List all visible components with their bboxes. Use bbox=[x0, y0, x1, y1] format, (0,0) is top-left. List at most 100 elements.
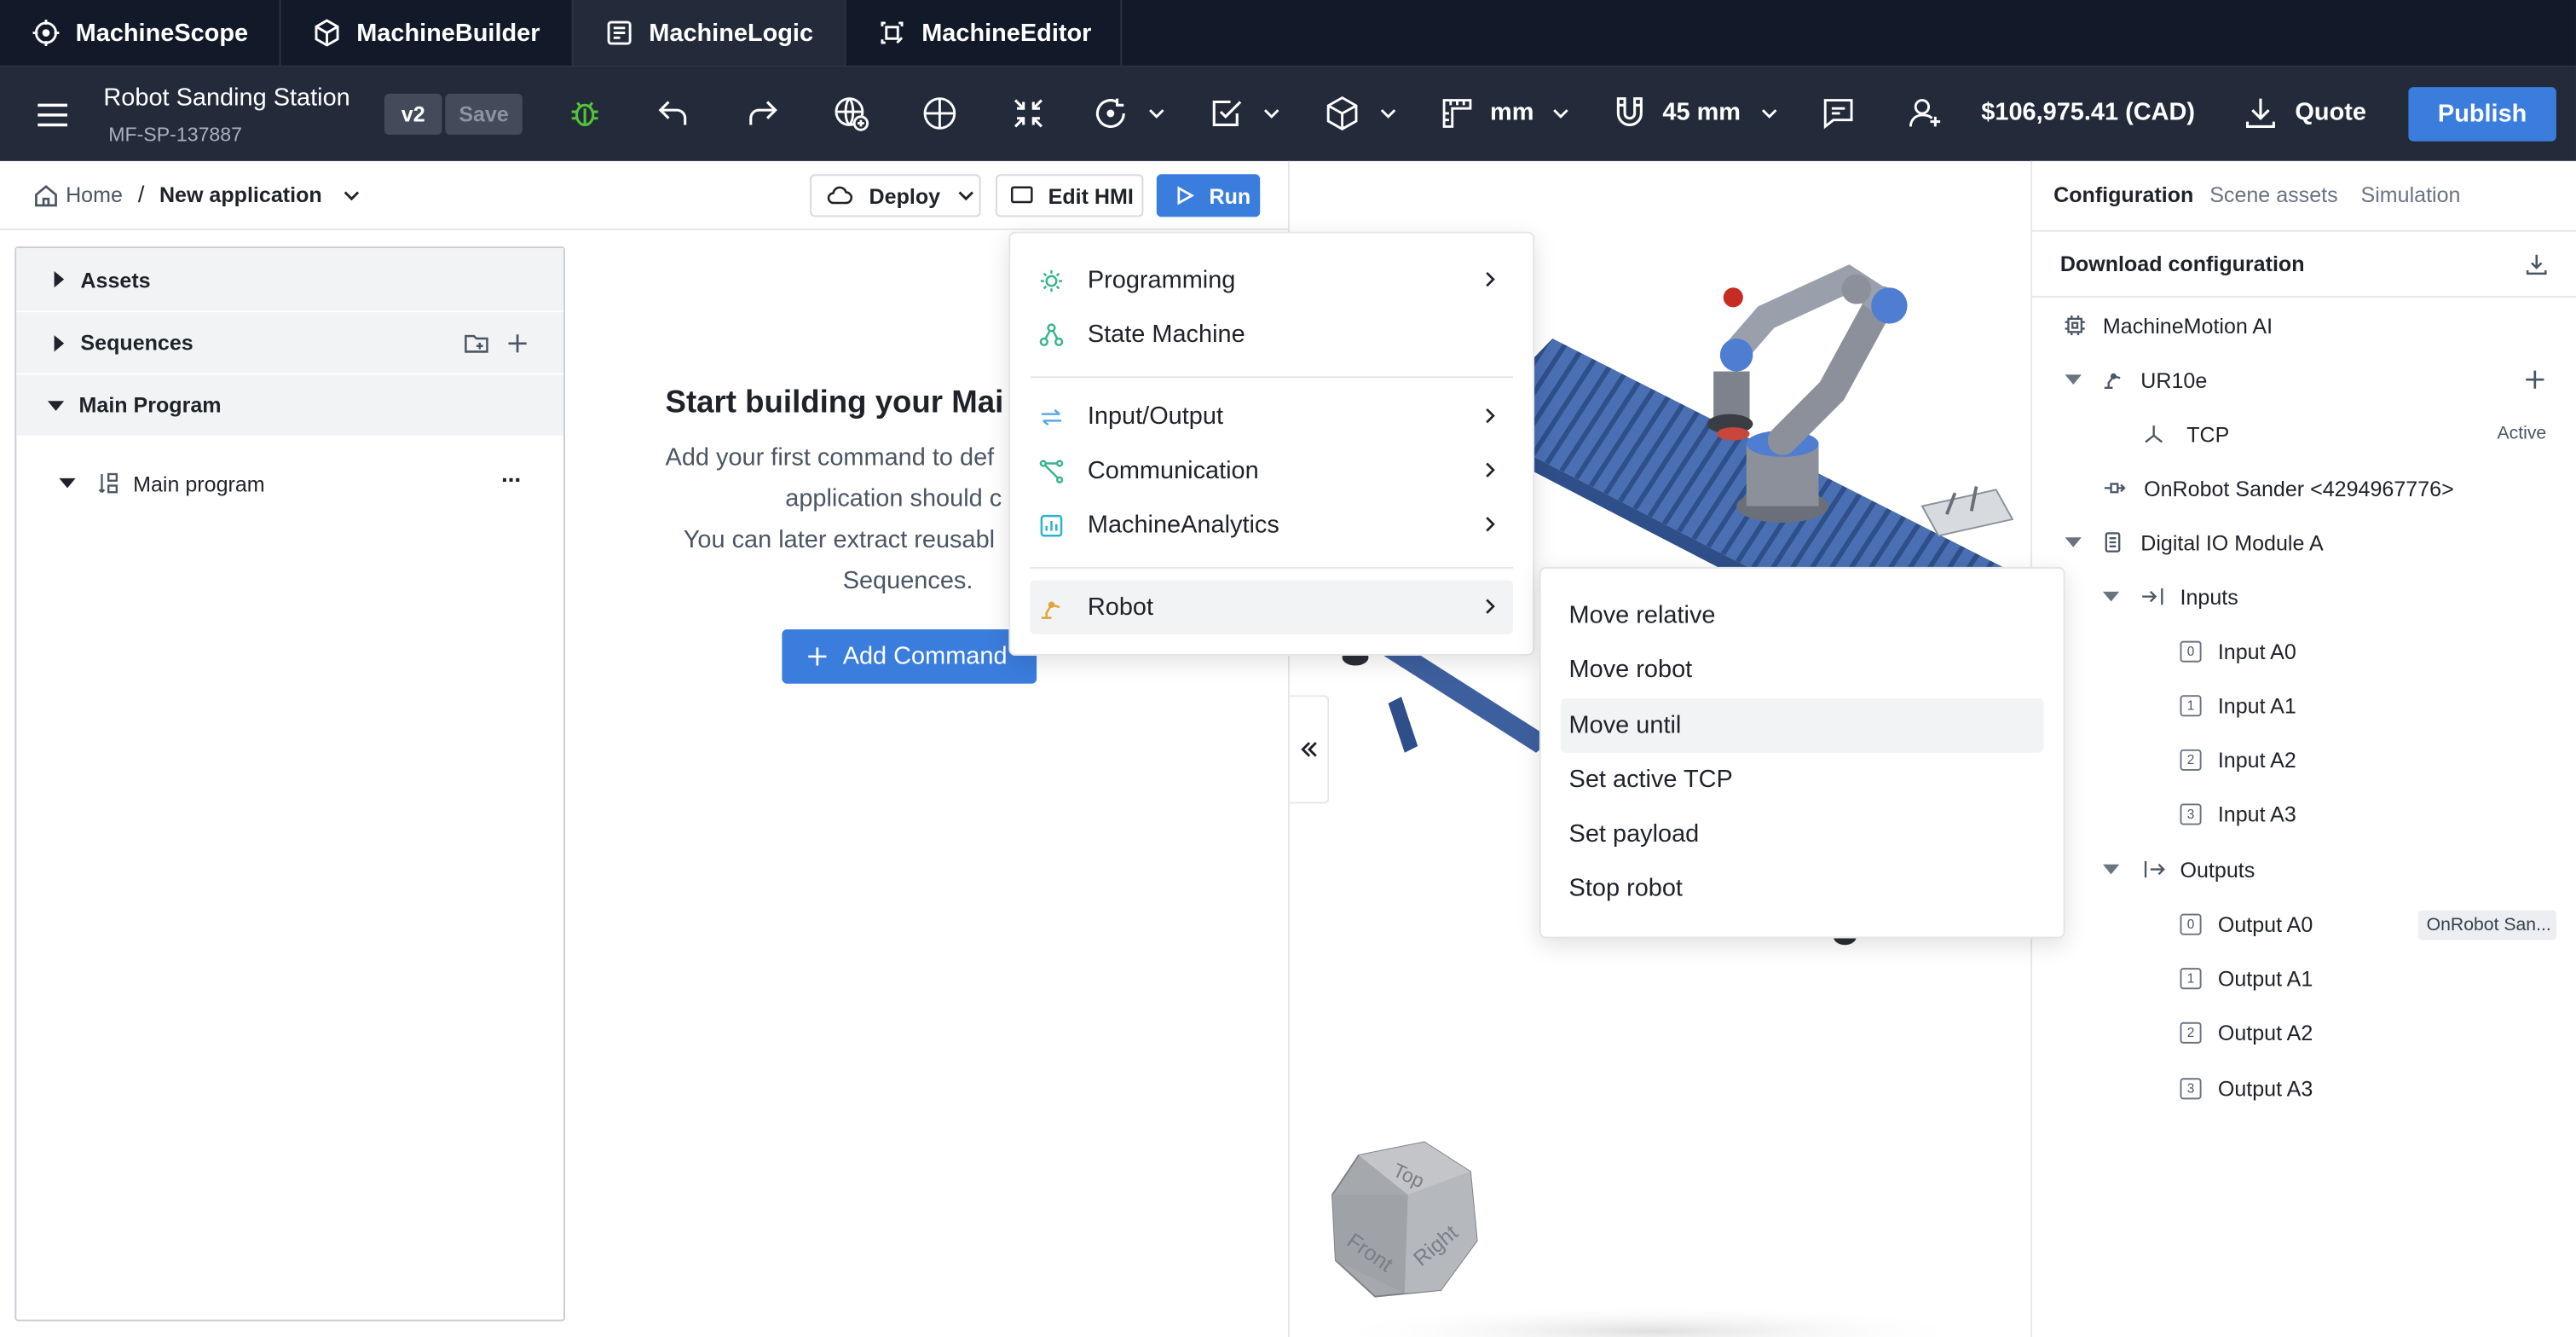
submenu-move-relative[interactable]: Move relative bbox=[1561, 588, 2044, 643]
add-icon[interactable] bbox=[506, 332, 529, 355]
chevron-down-icon[interactable] bbox=[1146, 103, 1166, 123]
project-name: Robot Sanding Station bbox=[103, 84, 350, 113]
chevron-down-icon bbox=[956, 186, 976, 205]
index-badge: 3 bbox=[2180, 1077, 2202, 1099]
magnet-icon[interactable] bbox=[1610, 94, 1649, 133]
tree-tcp[interactable]: TCP bbox=[2142, 418, 2229, 451]
caret-down-icon bbox=[2065, 374, 2082, 385]
snap-select[interactable]: 45 mm bbox=[1662, 99, 1741, 127]
tree-label: Input A0 bbox=[2217, 638, 2296, 663]
tab-configuration[interactable]: Configuration bbox=[2053, 182, 2193, 207]
ruler-icon[interactable] bbox=[1437, 94, 1476, 133]
add-user-icon[interactable] bbox=[1906, 94, 1945, 133]
new-folder-icon[interactable] bbox=[463, 330, 489, 356]
menu-item-state-machine[interactable]: State Machine bbox=[1030, 307, 1513, 362]
publish-button[interactable]: Publish bbox=[2408, 87, 2556, 142]
tcp-axes-icon bbox=[2142, 422, 2165, 445]
assets-section[interactable]: Assets bbox=[16, 248, 564, 311]
chevron-down-icon[interactable] bbox=[1551, 103, 1570, 123]
tree-label: UR10e bbox=[2140, 367, 2208, 392]
index-badge: 3 bbox=[2180, 802, 2202, 825]
assets-label: Assets bbox=[80, 267, 151, 292]
tree-outputs[interactable]: Outputs bbox=[2102, 853, 2255, 886]
tree-output-a1[interactable]: 1 Output A1 bbox=[2180, 961, 2313, 994]
download-icon[interactable] bbox=[2241, 94, 2280, 133]
chevron-down-icon[interactable] bbox=[1262, 103, 1281, 123]
tree-controller[interactable]: MachineMotion AI bbox=[2064, 309, 2273, 342]
tree-io-module[interactable]: Digital IO Module A bbox=[2065, 526, 2324, 559]
submenu-label: Move relative bbox=[1568, 601, 1716, 630]
robot-submenu: Move relative Move robot Move until Set … bbox=[1539, 566, 2065, 939]
caret-right-icon bbox=[54, 334, 65, 351]
add-command-button[interactable]: Add Command bbox=[782, 629, 1037, 684]
menu-item-programming[interactable]: Programming bbox=[1030, 253, 1513, 308]
grid-globe-icon[interactable] bbox=[920, 94, 959, 133]
main-program-section[interactable]: Main Program bbox=[16, 373, 564, 436]
main-toolbar: Robot Sanding Station MF-SP-137887 v2 Sa… bbox=[0, 66, 2576, 161]
submenu-set-active-tcp[interactable]: Set active TCP bbox=[1561, 753, 2044, 807]
submenu-move-until[interactable]: Move until bbox=[1560, 698, 2044, 753]
scope-icon bbox=[32, 18, 61, 48]
undo-icon[interactable] bbox=[654, 94, 693, 133]
tree-sander[interactable]: OnRobot Sander <4294967776> bbox=[2103, 472, 2454, 505]
tree-output-a2[interactable]: 2 Output A2 bbox=[2180, 1016, 2313, 1049]
tab-machineeditor[interactable]: MachineEditor bbox=[846, 0, 1123, 67]
submenu-label: Stop robot bbox=[1568, 874, 1683, 903]
tab-simulation[interactable]: Simulation bbox=[2361, 182, 2461, 207]
home-icon[interactable] bbox=[33, 182, 60, 209]
tab-machinebuilder[interactable]: MachineBuilder bbox=[280, 0, 574, 67]
chevron-down-icon[interactable] bbox=[1378, 103, 1398, 123]
run-button[interactable]: Run bbox=[1156, 174, 1261, 217]
rotate-icon[interactable] bbox=[1091, 94, 1130, 133]
tree-inputs[interactable]: Inputs bbox=[2102, 580, 2238, 613]
add-icon[interactable] bbox=[2523, 368, 2546, 391]
menu-item-robot[interactable]: Robot bbox=[1030, 580, 1514, 634]
unit-select[interactable]: mm bbox=[1490, 99, 1533, 127]
sequences-section[interactable]: Sequences bbox=[16, 310, 564, 373]
deploy-button[interactable]: Deploy bbox=[810, 174, 981, 217]
redo-icon[interactable] bbox=[742, 94, 782, 133]
tree-label: Digital IO Module A bbox=[2140, 530, 2324, 555]
version-badge[interactable]: v2 bbox=[384, 93, 442, 136]
globe-add-icon[interactable] bbox=[831, 94, 870, 133]
menu-item-communication[interactable]: Communication bbox=[1030, 443, 1513, 498]
tree-output-a0[interactable]: 0 Output A0 bbox=[2180, 907, 2313, 941]
submenu-move-robot[interactable]: Move robot bbox=[1561, 643, 2044, 697]
tree-input-a3[interactable]: 3 Input A3 bbox=[2180, 797, 2296, 831]
box-view-icon[interactable] bbox=[1322, 94, 1361, 133]
chevron-down-icon[interactable] bbox=[1759, 103, 1779, 123]
hamburger-menu-icon[interactable] bbox=[33, 96, 72, 135]
tab-machinelogic[interactable]: MachineLogic bbox=[573, 0, 846, 67]
view-cube[interactable]: Top Front Right bbox=[1326, 1139, 1481, 1304]
download-icon[interactable] bbox=[2523, 252, 2550, 278]
tree-robot[interactable]: UR10e bbox=[2065, 363, 2208, 396]
edit-hmi-button[interactable]: Edit HMI bbox=[995, 174, 1144, 217]
tree-input-a2[interactable]: 2 Input A2 bbox=[2180, 743, 2296, 776]
collapse-panel-button[interactable] bbox=[1289, 695, 1330, 804]
download-configuration-row[interactable]: Download configuration bbox=[2032, 229, 2576, 298]
main-program-item[interactable]: Main program ··· bbox=[16, 452, 563, 514]
state-machine-icon bbox=[1038, 321, 1065, 348]
breadcrumb-home[interactable]: Home bbox=[66, 182, 123, 207]
checkbox-icon[interactable] bbox=[1206, 94, 1245, 133]
tab-scene-assets[interactable]: Scene assets bbox=[2209, 182, 2337, 207]
chevron-down-icon[interactable] bbox=[342, 186, 361, 205]
menu-item-machineanalytics[interactable]: MachineAnalytics bbox=[1030, 498, 1513, 553]
chevron-right-icon bbox=[1480, 269, 1499, 289]
save-button[interactable]: Save bbox=[445, 93, 523, 136]
debug-bug-icon[interactable] bbox=[565, 94, 604, 133]
tree-input-a1[interactable]: 1 Input A1 bbox=[2180, 689, 2296, 722]
breadcrumb-current[interactable]: New application bbox=[159, 182, 322, 207]
submenu-stop-robot[interactable]: Stop robot bbox=[1561, 861, 2044, 916]
more-options-icon[interactable]: ··· bbox=[501, 466, 523, 495]
tab-machinescope[interactable]: MachineScope bbox=[0, 0, 281, 67]
collapse-icon[interactable] bbox=[1008, 94, 1048, 133]
tree-output-a3[interactable]: 3 Output A3 bbox=[2180, 1072, 2313, 1105]
flow-icon bbox=[97, 472, 120, 495]
chevron-right-icon bbox=[1480, 514, 1499, 534]
menu-item-input-output[interactable]: Input/Output bbox=[1030, 390, 1513, 444]
comment-icon[interactable] bbox=[1819, 94, 1858, 133]
tree-input-a0[interactable]: 0 Input A0 bbox=[2180, 634, 2296, 668]
submenu-set-payload[interactable]: Set payload bbox=[1561, 807, 2044, 861]
quote-button[interactable]: Quote bbox=[2295, 99, 2366, 127]
